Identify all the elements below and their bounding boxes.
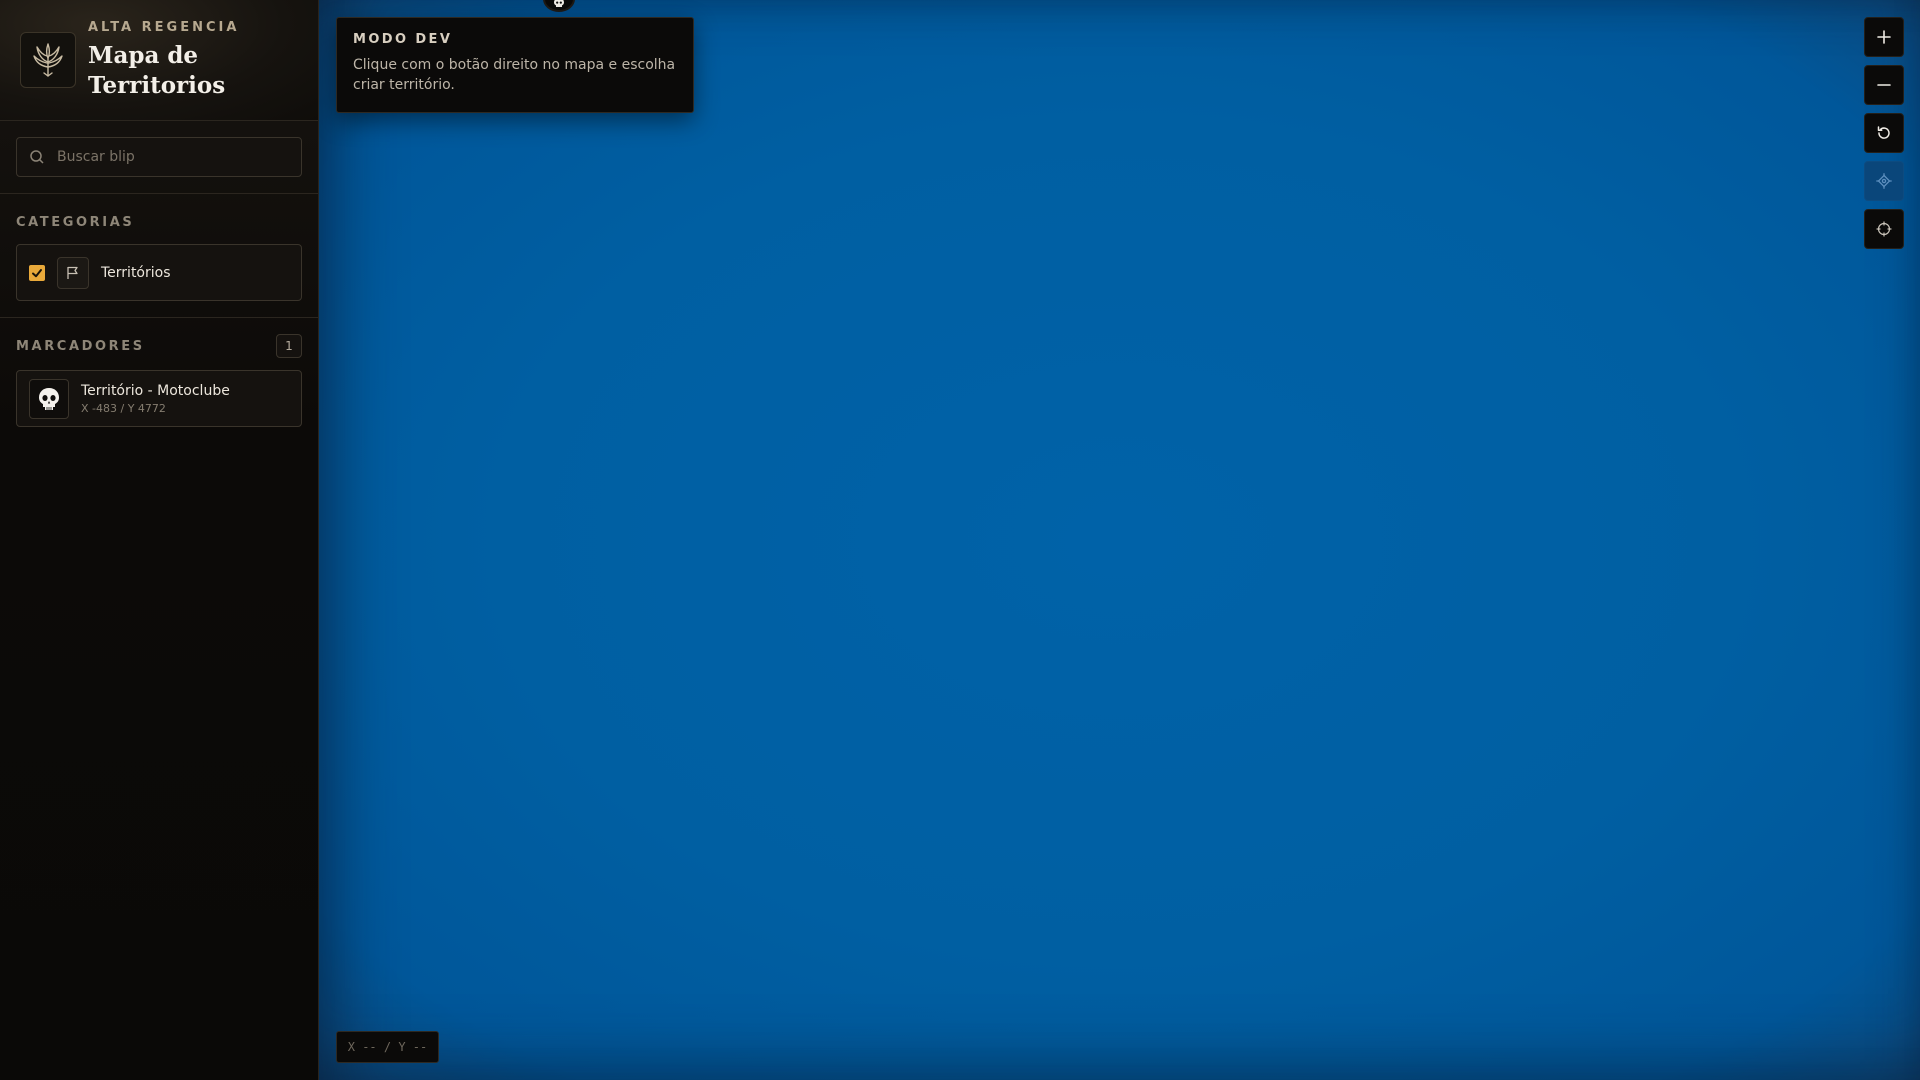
map-controls (1864, 17, 1904, 249)
dragon-crest-icon (20, 32, 76, 88)
skull-icon (554, 0, 564, 7)
sidebar: ALTA REGENCIA Mapa de Territorios CATEGO… (0, 0, 319, 1080)
reset-view-button[interactable] (1864, 113, 1904, 153)
search-input[interactable] (17, 138, 301, 176)
map-canvas[interactable]: MODO DEV Clique com o botão direito no m… (319, 0, 1920, 1080)
dev-mode-text: Clique com o botão direito no mapa e esc… (353, 57, 676, 93)
dev-mode-panel: MODO DEV Clique com o botão direito no m… (336, 17, 694, 113)
crosshair-icon (1876, 221, 1892, 237)
brand-kicker: ALTA REGENCIA (88, 20, 240, 35)
skull-icon (29, 378, 69, 419)
markers-count-badge: 1 (276, 334, 302, 358)
marker-coords: X -483 / Y 4772 (81, 401, 166, 415)
category-checkbox[interactable] (29, 264, 45, 281)
zoom-in-button[interactable] (1864, 17, 1904, 57)
plus-icon (1877, 30, 1891, 44)
page-title: Mapa de Territorios (88, 42, 226, 99)
zoom-out-button[interactable] (1864, 65, 1904, 105)
flag-icon (57, 256, 89, 289)
locate-icon (1876, 173, 1892, 189)
category-item-territorios[interactable]: Territórios (16, 244, 302, 301)
brand-header: ALTA REGENCIA Mapa de Territorios (0, 0, 318, 121)
search-section (0, 121, 318, 194)
category-label: Territórios (101, 264, 171, 281)
map-marker-pin[interactable] (543, 0, 575, 12)
categories-title: CATEGORIAS (16, 214, 135, 230)
cursor-coordinates: X -- / Y -- (336, 1031, 439, 1063)
crosshair-button[interactable] (1864, 209, 1904, 249)
checkmark-icon (32, 268, 42, 277)
dev-mode-title: MODO DEV (353, 32, 453, 47)
marker-name: Território - Motoclube (81, 382, 230, 399)
search-icon (30, 150, 44, 164)
marker-item[interactable]: Território - Motoclube X -483 / Y 4772 (16, 370, 302, 427)
search-box (16, 137, 302, 177)
minus-icon (1877, 84, 1891, 86)
markers-title: MARCADORES (16, 338, 145, 354)
locate-button[interactable] (1864, 161, 1904, 201)
reset-icon (1877, 126, 1890, 139)
categories-section: CATEGORIAS Territórios (0, 194, 318, 318)
markers-section: MARCADORES 1 Território - Motoclube X -4… (0, 318, 318, 443)
